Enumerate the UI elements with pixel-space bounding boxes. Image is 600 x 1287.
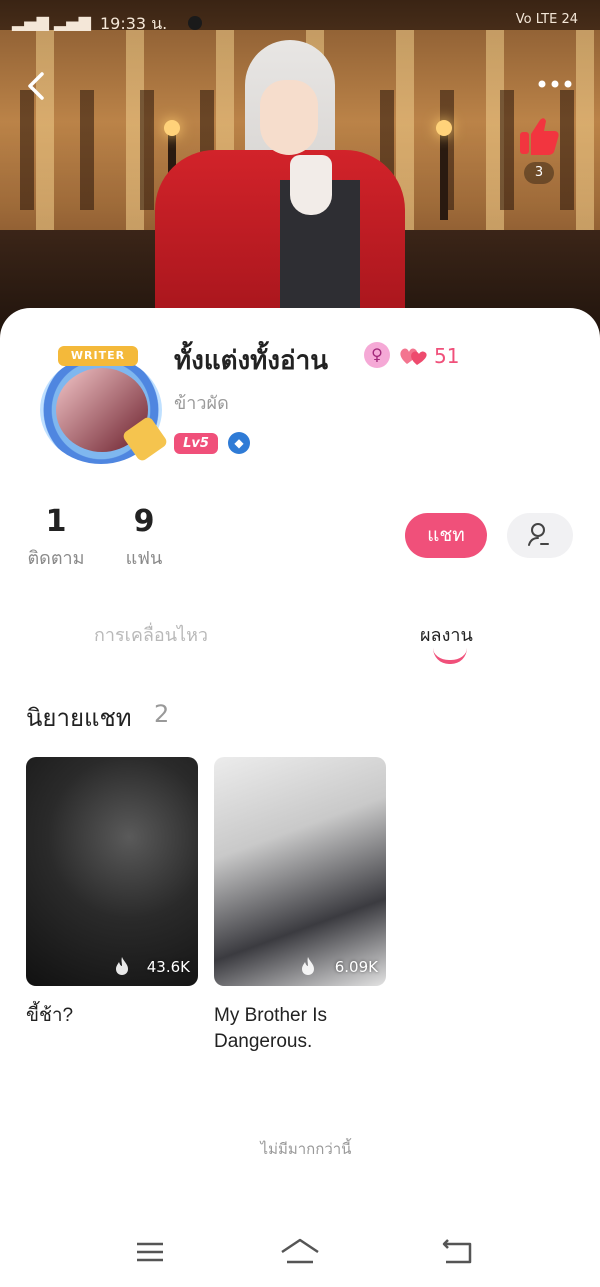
profile-cover-image: [0, 0, 600, 340]
status-bar: ▂▄▆ ▂▄▆ 19:33 น. Vo LTE 24: [0, 8, 600, 40]
character-face: [260, 80, 318, 155]
chevron-left-icon: [28, 72, 44, 100]
home-button[interactable]: [280, 1234, 320, 1270]
status-right: Vo LTE 24: [515, 12, 578, 27]
profile-name: ทั้งแต่งทั้งอ่าน: [174, 346, 328, 376]
stat-following[interactable]: 1 ติดตาม: [20, 504, 92, 572]
user-edit-icon: [528, 523, 549, 546]
following-count: 1: [45, 504, 67, 539]
fans-count: 9: [133, 504, 155, 539]
novel-cover[interactable]: 43.6K: [26, 757, 198, 986]
level-badge: Lv5: [174, 433, 218, 454]
no-more-text: ไม่มีมากกว่านี้: [260, 1140, 352, 1158]
home-icon: [281, 1238, 319, 1264]
novel-views: 6.09K: [334, 958, 378, 976]
shield-icon: ◆: [228, 432, 250, 454]
hearts-count: 51: [434, 344, 460, 368]
novel-title[interactable]: My Brother Is Dangerous.: [214, 1003, 386, 1055]
more-button[interactable]: [530, 66, 580, 102]
thumbs-up-icon: [520, 118, 559, 155]
tab-works[interactable]: ผลงาน: [420, 620, 473, 649]
fire-icon: [302, 957, 314, 975]
character-cravat: [290, 155, 332, 215]
cover-lamp: [436, 120, 452, 220]
tab-activity[interactable]: การเคลื่อนไหว: [94, 620, 208, 649]
chat-button[interactable]: แชท: [405, 513, 487, 558]
fans-label: แฟน: [125, 548, 163, 569]
section-title: นิยายแชท: [26, 704, 132, 732]
return-icon: [442, 1239, 472, 1264]
section-count: 2: [154, 700, 170, 728]
like-count: 3: [524, 162, 554, 184]
notification-dot-icon: [188, 16, 202, 30]
menu-icon: [137, 1242, 163, 1262]
menu-button[interactable]: [131, 1234, 171, 1270]
following-label: ติดตาม: [27, 548, 85, 569]
profile-subname: ข้าวผัด: [174, 393, 229, 414]
female-icon: ♀: [364, 342, 390, 368]
writer-badge: WRITER: [58, 346, 138, 366]
fire-icon: [116, 957, 128, 975]
novel-views: 43.6K: [146, 958, 190, 976]
back-button[interactable]: [18, 66, 58, 106]
novel-title[interactable]: ขี้ช้า?: [26, 1003, 198, 1029]
avatar[interactable]: WRITER: [28, 346, 169, 471]
more-dots-icon: [538, 80, 572, 88]
signal-icon: ▂▄▆ ▂▄▆: [12, 12, 91, 31]
novel-cover[interactable]: 6.09K: [214, 757, 386, 986]
profile-action-button[interactable]: [507, 513, 573, 558]
hearts-icon: [398, 344, 428, 368]
like-button[interactable]: [514, 112, 564, 162]
stat-fans[interactable]: 9 แฟน: [112, 504, 176, 572]
system-back-button[interactable]: [438, 1234, 478, 1270]
status-time: 19:33 น.: [100, 14, 168, 33]
cover-character: [145, 40, 405, 340]
system-nav-bar: [0, 1222, 600, 1282]
